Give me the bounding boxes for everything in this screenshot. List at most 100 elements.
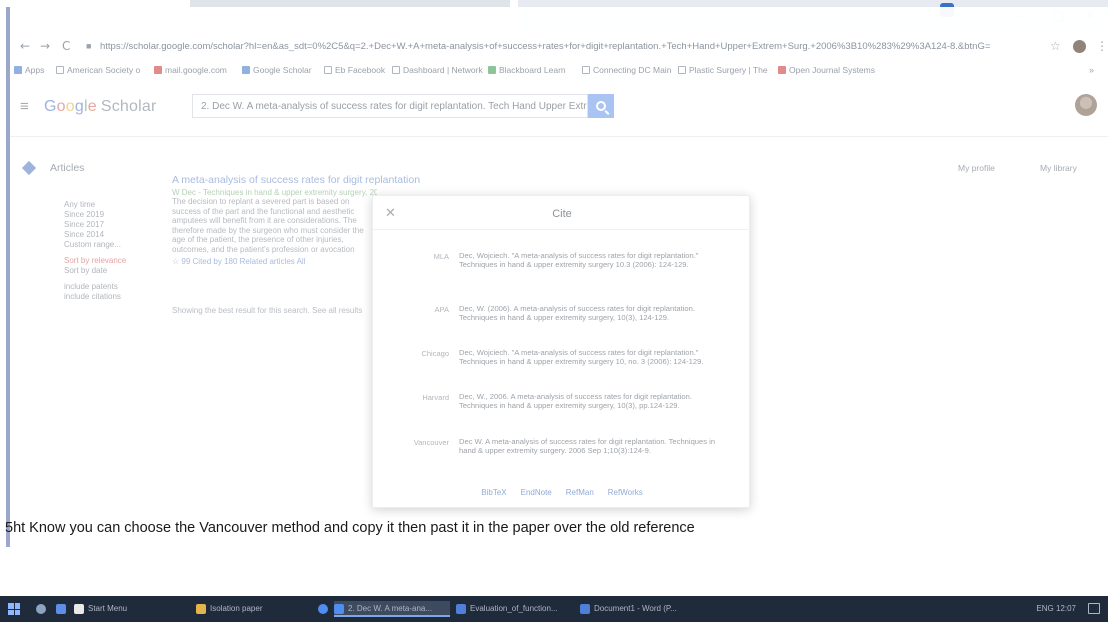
refworks-link[interactable]: RefWorks bbox=[608, 488, 643, 497]
scholar-header: ≡ Google Scholar 2. Dec W. A meta-analysi… bbox=[10, 90, 1108, 130]
bookmark-item[interactable]: Google Scholar bbox=[242, 65, 312, 75]
windows-start-icon[interactable] bbox=[8, 603, 20, 615]
system-tray[interactable]: ENG 12:07 bbox=[1036, 601, 1076, 617]
result-snippet-line: therefore made by the surgeon who must c… bbox=[172, 225, 364, 235]
my-library-link[interactable]: My library bbox=[1040, 163, 1077, 173]
left-accent-bar bbox=[6, 7, 10, 547]
bookmark-item[interactable]: Open Journal Systems bbox=[778, 65, 875, 75]
word-icon bbox=[456, 604, 466, 614]
citation-text[interactable]: Dec, W. (2006). A meta-analysis of succe… bbox=[459, 304, 724, 323]
result-snippet-line: age of the patient, the presence of othe… bbox=[172, 235, 344, 244]
scholar-icon bbox=[242, 66, 250, 74]
taskbar-item[interactable]: Evaluation_of_function... bbox=[456, 601, 574, 617]
taskbar-item[interactable]: Isolation paper bbox=[196, 601, 306, 617]
word-icon bbox=[580, 604, 590, 614]
cite-title: Cite bbox=[552, 208, 572, 220]
result-authors: W Dec - Techniques in hand & upper extre… bbox=[172, 187, 377, 197]
taskbar-item[interactable]: Start Menu bbox=[74, 601, 184, 617]
search-icon[interactable] bbox=[36, 604, 46, 614]
citation-text[interactable]: Dec, Wojciech. "A meta-analysis of succe… bbox=[459, 251, 724, 270]
browser-tab[interactable] bbox=[190, 0, 510, 7]
page-icon bbox=[56, 66, 64, 74]
result-snippet-line: amputees will benefit from it are consid… bbox=[172, 216, 357, 225]
taskbar-item[interactable]: Document1 - Word (P... bbox=[580, 601, 692, 617]
cite-divider bbox=[373, 229, 751, 230]
bookmark-star-icon[interactable]: ☆ bbox=[1050, 39, 1061, 53]
citation-text[interactable]: Dec W. A meta-analysis of success rates … bbox=[459, 437, 724, 456]
journal-icon bbox=[778, 66, 786, 74]
articles-label[interactable]: Articles bbox=[50, 162, 84, 174]
profile-avatar-icon[interactable] bbox=[1073, 40, 1086, 53]
include-citations-checkbox[interactable]: include citations bbox=[64, 292, 164, 302]
citation-style-label: MLA bbox=[433, 252, 449, 261]
filter-any-time[interactable]: Any time bbox=[64, 200, 164, 210]
screenshot-page: – □ ✕ ← → C ■ https://scholar.google.com… bbox=[0, 0, 1108, 622]
chrome-icon bbox=[334, 604, 344, 614]
back-icon[interactable]: ← bbox=[20, 39, 30, 53]
filter-since-2017[interactable]: Since 2017 bbox=[64, 220, 164, 230]
instruction-caption: 5ht Know you can choose the Vancouver me… bbox=[5, 520, 695, 536]
filter-since-2014[interactable]: Since 2014 bbox=[64, 230, 164, 240]
cite-dialog: ✕ Cite MLA Dec, Wojciech. "A meta-analys… bbox=[372, 195, 751, 508]
blackboard-icon bbox=[488, 66, 496, 74]
bookmark-item[interactable]: Plastic Surgery | The bbox=[678, 65, 768, 75]
result-actions[interactable]: ☆ 99 Cited by 180 Related articles All bbox=[172, 257, 377, 267]
google-scholar-logo[interactable]: Google Scholar bbox=[44, 98, 157, 116]
page-icon bbox=[324, 66, 332, 74]
citation-style-label: Chicago bbox=[421, 349, 449, 358]
showing-results-note: Showing the best result for this search.… bbox=[172, 306, 363, 315]
notification-icon[interactable] bbox=[1088, 603, 1100, 614]
bookmark-item[interactable]: mail.google.com bbox=[154, 65, 227, 75]
bookmark-item[interactable]: Eb Facebook bbox=[324, 65, 385, 75]
bookmark-item[interactable]: American Society o bbox=[56, 65, 140, 75]
search-result: A meta-analysis of success rates for dig… bbox=[172, 175, 420, 267]
bibtex-link[interactable]: BibTeX bbox=[481, 488, 506, 497]
page-icon bbox=[392, 66, 400, 74]
citation-style-label: APA bbox=[434, 305, 449, 314]
result-snippet-line: outcomes, and the patient's profession o… bbox=[172, 244, 355, 254]
citation-style-label: Harvard bbox=[422, 393, 449, 402]
citation-style-label: Vancouver bbox=[413, 438, 449, 447]
my-profile-link[interactable]: My profile bbox=[958, 163, 995, 173]
bookmark-item[interactable]: Dashboard | Network bbox=[392, 65, 483, 75]
bookmarks-bar: Apps American Society o mail.google.com … bbox=[10, 63, 1108, 79]
hamburger-menu-icon[interactable]: ≡ bbox=[20, 98, 29, 115]
result-snippet-line: The decision to replant a severed part i… bbox=[172, 197, 350, 206]
bookmarks-overflow-icon[interactable]: » bbox=[1089, 65, 1094, 75]
forward-icon[interactable]: → bbox=[40, 39, 50, 53]
lock-icon: ■ bbox=[86, 41, 92, 51]
endnote-link[interactable]: EndNote bbox=[521, 488, 552, 497]
bookmark-item[interactable]: Blackboard Learn bbox=[488, 65, 566, 75]
taskbar-item-active[interactable]: 2. Dec W. A meta-ana... bbox=[334, 601, 450, 617]
bookmark-item[interactable]: Connecting DC Main bbox=[582, 65, 671, 75]
reload-icon[interactable]: C bbox=[62, 39, 70, 53]
result-snippet-line: success of the part and the functional a… bbox=[172, 206, 355, 216]
apps-icon bbox=[14, 66, 22, 74]
address-bar-row: ← → C ■ https://scholar.google.com/schol… bbox=[10, 38, 1108, 58]
search-button[interactable] bbox=[588, 94, 614, 118]
page-icon bbox=[582, 66, 590, 74]
refman-link[interactable]: RefMan bbox=[566, 488, 594, 497]
task-view-icon[interactable] bbox=[56, 604, 66, 614]
page-icon bbox=[678, 66, 686, 74]
chrome-icon[interactable] bbox=[318, 604, 328, 614]
windows-taskbar: Start Menu Isolation paper 2. Dec W. A m… bbox=[0, 596, 1108, 622]
header-divider bbox=[10, 136, 1108, 137]
search-icon bbox=[596, 101, 606, 111]
sort-by-relevance[interactable]: Sort by relevance bbox=[64, 256, 164, 266]
export-links: BibTeX EndNote RefMan RefWorks bbox=[373, 488, 751, 497]
result-title-link[interactable]: A meta-analysis of success rates for dig… bbox=[172, 175, 420, 186]
url-field[interactable]: https://scholar.google.com/scholar?hl=en… bbox=[100, 39, 1050, 55]
bookmark-apps[interactable]: Apps bbox=[14, 65, 44, 75]
filter-since-2019[interactable]: Since 2019 bbox=[64, 210, 164, 220]
browser-menu-icon[interactable]: ⋮ bbox=[1096, 39, 1108, 53]
gmail-icon bbox=[154, 66, 162, 74]
user-avatar[interactable] bbox=[1075, 94, 1097, 116]
folder-icon bbox=[196, 604, 206, 614]
include-patents-checkbox[interactable]: include patents bbox=[64, 282, 164, 292]
sort-by-date[interactable]: Sort by date bbox=[64, 266, 164, 276]
filter-custom-range[interactable]: Custom range... bbox=[64, 240, 164, 250]
citation-text[interactable]: Dec, Wojciech. "A meta-analysis of succe… bbox=[459, 348, 724, 367]
scholar-search-input[interactable]: 2. Dec W. A meta-analysis of success rat… bbox=[192, 94, 588, 118]
citation-text[interactable]: Dec, W., 2006. A meta-analysis of succes… bbox=[459, 392, 724, 411]
